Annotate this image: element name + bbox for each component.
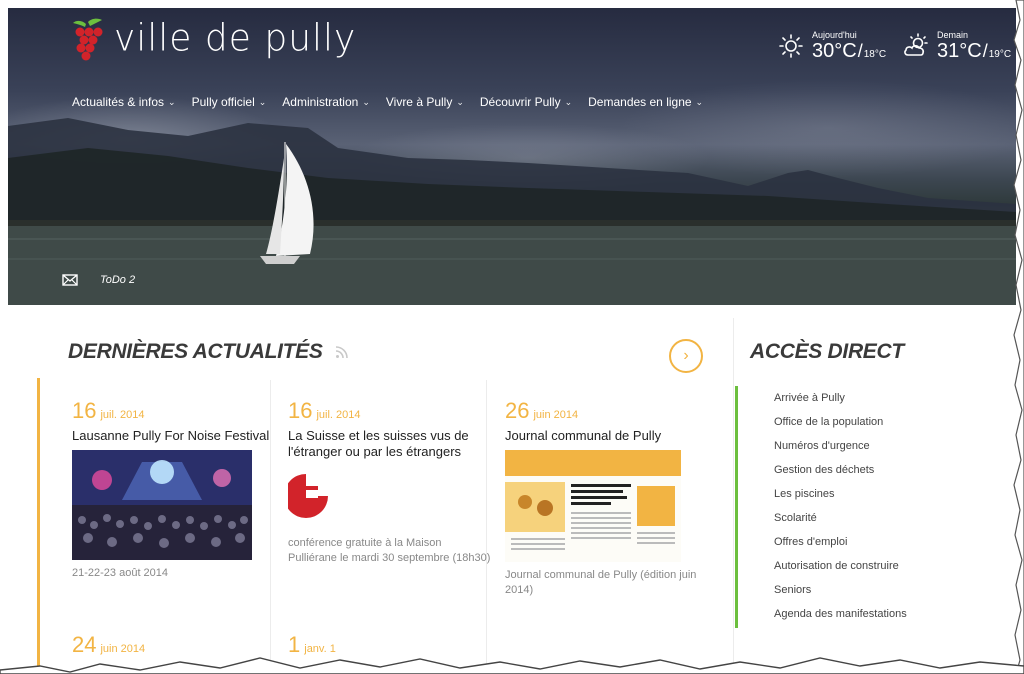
sun-icon bbox=[779, 34, 803, 58]
nav-item-label: Demandes en ligne bbox=[588, 95, 692, 109]
news-date: 16 juil. 2014 bbox=[288, 398, 493, 424]
chevron-right-icon: › bbox=[683, 347, 689, 364]
nav-item-label: Vivre à Pully bbox=[385, 95, 453, 109]
access-link-gestion-dechets[interactable]: Gestion des déchets bbox=[774, 461, 907, 485]
weather-today: Aujourd'hui 30°C / 18°C bbox=[778, 30, 886, 62]
news-next-button[interactable]: › bbox=[669, 339, 703, 373]
access-link-scolarite[interactable]: Scolarité bbox=[774, 509, 907, 533]
access-link-numeros-urgence[interactable]: Numéros d'urgence bbox=[774, 437, 907, 461]
nav-item-demandes-en-ligne[interactable]: Demandes en ligne ⌄ bbox=[580, 95, 711, 109]
chevron-down-icon: ⌄ bbox=[362, 96, 370, 107]
news-day: 16 bbox=[72, 398, 97, 423]
hero-footer: ToDo 2 bbox=[62, 274, 135, 286]
main-nav: Actualités & infos ⌄ Pully officiel ⌄ Admi… bbox=[64, 95, 711, 109]
site-logo-text: ville de pully bbox=[114, 16, 357, 60]
access-direct-list: Arrivée à Pully Office de la population … bbox=[774, 389, 907, 629]
news-description: Journal communal de Pully (édition juin … bbox=[505, 569, 697, 596]
temp-separator: / bbox=[982, 41, 988, 61]
mail-icon[interactable] bbox=[62, 274, 78, 286]
journal-cover-image[interactable] bbox=[505, 450, 681, 562]
nav-item-decouvrir-pully[interactable]: Découvrir Pully ⌄ bbox=[472, 95, 580, 109]
weather-tomorrow-max: 31°C bbox=[937, 40, 982, 62]
news-description: 21-22-23 août 2014 bbox=[72, 567, 169, 579]
access-link-seniors[interactable]: Seniors bbox=[774, 581, 907, 605]
news-card[interactable]: 16 juil. 2014 La Suisse et les suisses v… bbox=[288, 398, 493, 566]
access-link-piscines[interactable]: Les piscines bbox=[774, 485, 907, 509]
nav-item-label: Pully officiel bbox=[191, 95, 255, 109]
weather-tomorrow-label: Demain bbox=[937, 30, 969, 40]
weather-today-max: 30°C bbox=[812, 40, 857, 62]
access-link-agenda[interactable]: Agenda des manifestations bbox=[774, 605, 907, 629]
chevron-down-icon: ⌄ bbox=[564, 96, 573, 107]
news-headline[interactable]: Journal communal de Pully bbox=[505, 428, 710, 444]
access-link-autorisation-construire[interactable]: Autorisation de construire bbox=[774, 557, 907, 581]
nav-item-vivre-a-pully[interactable]: Vivre à Pully ⌄ bbox=[378, 95, 472, 109]
news-date: 16 juil. 2014 bbox=[72, 398, 277, 424]
news-month: juin 2014 bbox=[533, 409, 579, 421]
chevron-down-icon: ⌄ bbox=[456, 96, 464, 107]
access-link-office-population[interactable]: Office de la population bbox=[774, 413, 907, 437]
news-accent-bar bbox=[37, 378, 40, 668]
chevron-down-icon: ⌄ bbox=[695, 96, 704, 107]
weather-today-min: 18°C bbox=[863, 49, 887, 60]
torn-edge-bottom bbox=[0, 657, 1024, 674]
nouvelle-societe-helvetique-logo-image[interactable] bbox=[288, 466, 468, 530]
temp-separator: / bbox=[857, 41, 863, 61]
access-accent-bar bbox=[735, 386, 738, 628]
todo-link[interactable]: ToDo 2 bbox=[100, 274, 135, 286]
rss-icon[interactable] bbox=[335, 345, 349, 359]
weather-tomorrow: Demain 31°C / 19°C bbox=[903, 30, 1011, 62]
access-link-arrivee[interactable]: Arrivée à Pully bbox=[774, 389, 907, 413]
news-description: conférence gratuite à la Maison Pulliéra… bbox=[288, 537, 491, 564]
chevron-down-icon: ⌄ bbox=[168, 96, 176, 107]
news-day: 26 bbox=[505, 398, 530, 423]
site-logo[interactable]: ville de pully bbox=[70, 16, 356, 62]
nav-item-actualites[interactable]: Actualités & infos ⌄ bbox=[64, 95, 184, 109]
sun-cloud-icon bbox=[904, 33, 928, 56]
news-date: 26 juin 2014 bbox=[505, 398, 710, 424]
access-link-offres-emploi[interactable]: Offres d'emploi bbox=[774, 533, 907, 557]
news-card[interactable]: 16 juil. 2014 Lausanne Pully For Noise F… bbox=[72, 398, 277, 581]
torn-edge-right bbox=[1013, 0, 1024, 674]
news-headline[interactable]: La Suisse et les suisses vus de l'étrang… bbox=[288, 428, 493, 460]
nav-item-pully-officiel[interactable]: Pully officiel ⌄ bbox=[184, 95, 275, 109]
weather-today-label: Aujourd'hui bbox=[812, 30, 857, 40]
nav-item-administration[interactable]: Administration ⌄ bbox=[274, 95, 378, 109]
festival-crowd-image[interactable] bbox=[72, 450, 252, 560]
news-month: juil. 2014 bbox=[100, 409, 145, 421]
chevron-down-icon: ⌄ bbox=[258, 96, 267, 107]
news-headline[interactable]: Lausanne Pully For Noise Festival bbox=[72, 428, 277, 444]
hero-banner: ville de pully Aujourd'hui 30°C / 18°C D… bbox=[8, 8, 1016, 305]
nav-item-label: Découvrir Pully bbox=[479, 95, 561, 109]
nav-item-label: Administration bbox=[282, 95, 359, 109]
news-card[interactable]: 26 juin 2014 Journal communal de Pully J… bbox=[505, 398, 710, 598]
news-month: juil. 2014 bbox=[316, 409, 361, 421]
nav-item-label: Actualités & infos bbox=[72, 95, 165, 109]
news-section-title: DERNIÈRES ACTUALITÉS bbox=[68, 340, 349, 364]
access-direct-title: ACCÈS DIRECT bbox=[750, 340, 904, 363]
news-day: 16 bbox=[288, 398, 313, 423]
grape-logo-icon bbox=[73, 18, 103, 61]
news-title-text: DERNIÈRES ACTUALITÉS bbox=[68, 340, 323, 363]
sidebar-divider bbox=[733, 318, 734, 674]
